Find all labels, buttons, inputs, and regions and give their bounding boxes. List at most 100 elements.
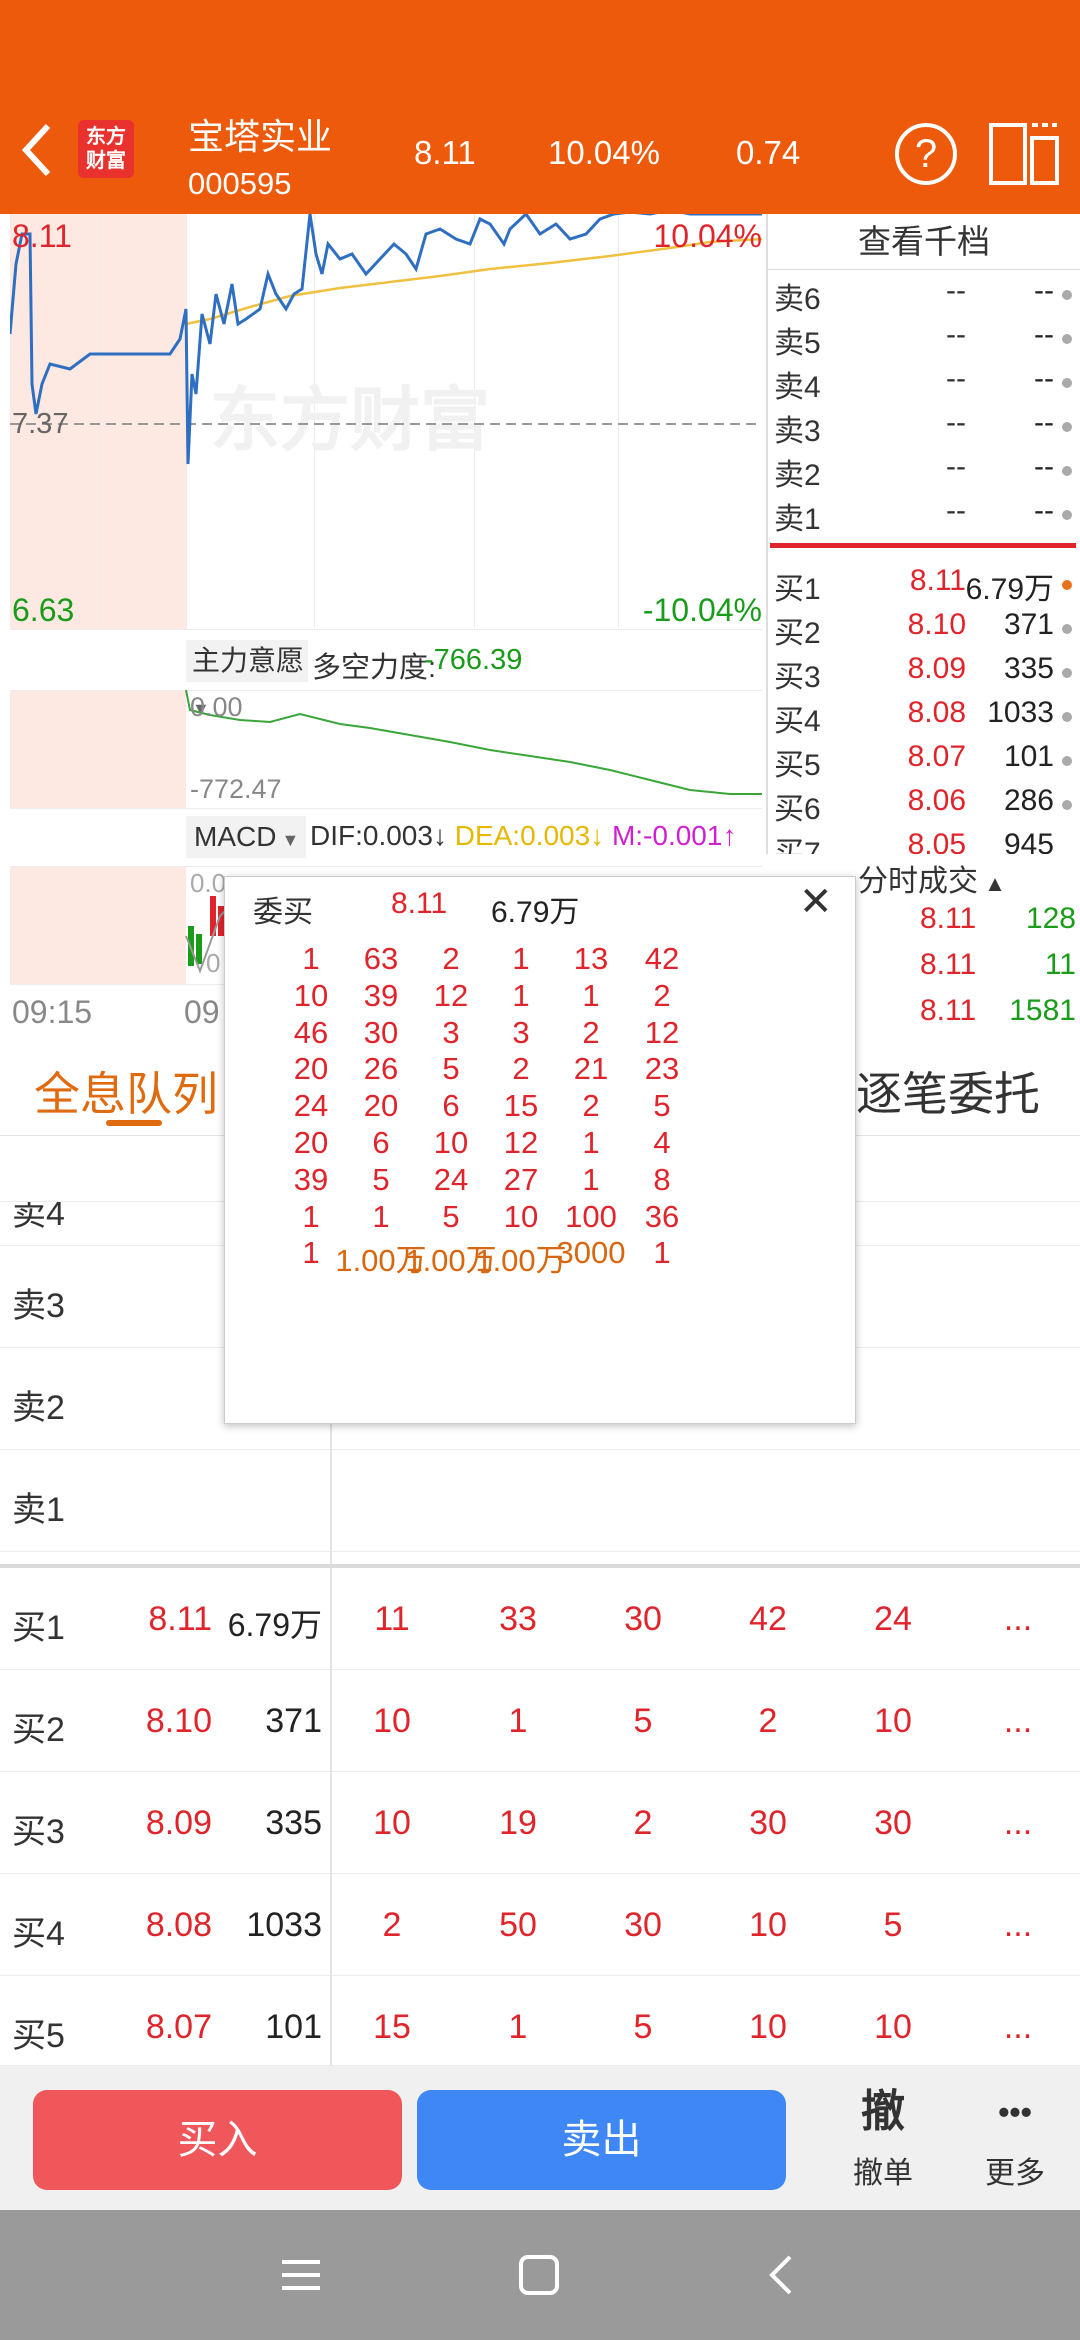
queue-label: 买1 <box>12 1609 65 1647</box>
queue-more[interactable]: ... <box>968 1804 1068 1843</box>
switch-layout-icon[interactable] <box>988 122 1060 186</box>
macd-dif: DIF:0.003 <box>310 820 433 851</box>
home-icon[interactable] <box>518 2254 560 2296</box>
order-queue-popup[interactable]: 委买 8.11 6.79万 ✕ 1 63 2 1 13 42 10 39 12 1 1 2 46 30 3 3… <box>224 876 856 1424</box>
app-logo: 东方 财富 <box>78 120 134 178</box>
sub-chart-high: 0.00 <box>190 692 243 722</box>
ask-label: 卖4 <box>774 371 821 404</box>
ask-price: -- <box>946 450 966 483</box>
main-intent-label: 主力意愿 <box>192 645 305 676</box>
popup-price: 8.11 <box>391 887 448 920</box>
ask-label: 卖5 <box>774 327 821 360</box>
trade-price: 8.11 <box>920 994 977 1027</box>
ask-price: -- <box>946 362 966 395</box>
queue-order: 30 <box>749 1804 787 1842</box>
status-dot <box>1062 422 1072 432</box>
macd-dea: DEA:0.003 <box>454 820 591 851</box>
force-line-chart <box>185 690 762 795</box>
queue-vol: 371 <box>265 1702 322 1740</box>
tab-full-queue[interactable]: 全息队列 <box>34 1058 218 1124</box>
queue-order: 10 <box>373 1702 411 1740</box>
macd-selector[interactable]: MACD ▼ <box>186 816 306 858</box>
status-dot <box>1062 756 1072 766</box>
back-icon[interactable] <box>18 120 58 180</box>
bid-price: 8.08 <box>907 696 966 729</box>
macd-label: MACD <box>194 821 277 852</box>
bid-price: 8.06 <box>907 784 966 817</box>
queue-order: 5 <box>633 2008 653 2046</box>
bid-label: 买4 <box>774 705 821 738</box>
queue-order: 1 <box>508 2008 528 2046</box>
logo-text: 东方 <box>86 126 126 148</box>
tab-order-by-order[interactable]: 逐笔委托 <box>856 1058 1040 1124</box>
grid-line <box>10 808 762 809</box>
stock-name: 宝塔实业 <box>188 116 333 157</box>
cancel-icon: 撤 <box>861 2087 905 2136</box>
table-row[interactable]: 买4 8.08 1033 2 50 30 10 5 ... <box>0 1874 1080 1976</box>
bid-vol: 371 <box>1003 608 1054 641</box>
status-dot <box>1062 800 1072 810</box>
tick-trades-title[interactable]: 分时成交 ▲ <box>858 856 1006 900</box>
queue-price: 8.10 <box>145 1702 212 1740</box>
stock-price: 8.11 <box>414 134 476 171</box>
back-nav-icon[interactable] <box>760 2254 802 2296</box>
table-row[interactable]: 买1 8.11 6.79万 11 33 30 42 24 ... <box>0 1568 1080 1670</box>
bottom-action-bar: 买入 卖出 撤 撤单 ••• 更多 <box>0 2066 1080 2210</box>
table-row[interactable]: 买2 8.10 371 10 1 5 2 10 ... <box>0 1670 1080 1772</box>
queue-label: 卖4 <box>12 1202 65 1233</box>
queue-price: 8.09 <box>145 1804 212 1842</box>
queue-more[interactable]: ... <box>968 1600 1068 1639</box>
sub-chart-low: -772.47 <box>190 774 282 804</box>
trade-price: 8.11 <box>920 948 977 981</box>
ask-label: 卖3 <box>774 415 821 448</box>
macd-m: M:-0.001 <box>611 820 723 851</box>
queue-more[interactable]: ... <box>968 2008 1068 2047</box>
ask-bid-divider <box>0 1564 1080 1568</box>
table-row[interactable]: 买5 8.07 101 15 1 5 10 10 ... <box>0 1976 1080 2066</box>
queue-label: 卖3 <box>12 1287 65 1325</box>
more-button[interactable]: ••• 更多 <box>960 2082 1070 2198</box>
queue-order: 10 <box>373 1804 411 1842</box>
ask-label: 卖2 <box>774 459 821 492</box>
close-icon[interactable]: ✕ <box>799 879 833 925</box>
system-nav-bar <box>0 2210 1080 2340</box>
bid-price: 8.07 <box>907 740 966 773</box>
cancel-order-button[interactable]: 撤 撤单 <box>830 2082 936 2198</box>
queue-order: 42 <box>749 1600 787 1638</box>
stock-change-pct: 10.04% <box>548 134 660 171</box>
bid-row: 买6 8.06 286 <box>768 784 1080 828</box>
buy-button[interactable]: 买入 <box>33 2090 402 2190</box>
ask-vol: -- <box>1034 274 1054 307</box>
bid-row: 买1 8.11 6.79万 <box>768 564 1080 608</box>
popup-order-cell: 42 <box>644 941 680 976</box>
bid-vol: 945 <box>1003 828 1054 854</box>
queue-more[interactable]: ... <box>968 1702 1068 1741</box>
queue-price: 8.08 <box>145 1906 212 1944</box>
queue-more[interactable]: ... <box>968 1906 1068 1945</box>
bid-vol: 6.79万 <box>965 573 1054 606</box>
bid-price: 8.10 <box>907 608 966 641</box>
queue-order: 10 <box>749 2008 787 2046</box>
status-dot <box>1062 624 1072 634</box>
popup-order-cell: 4 <box>653 1125 671 1160</box>
force-label: 多空力度: <box>312 652 437 684</box>
help-icon[interactable]: ? <box>895 123 957 185</box>
queue-label: 卖1 <box>12 1491 65 1529</box>
main-intent-selector[interactable]: 主力意愿 ▼ <box>186 640 308 719</box>
popup-title: 委买 <box>253 896 313 929</box>
menu-icon[interactable] <box>280 2254 322 2296</box>
sell-button[interactable]: 卖出 <box>417 2090 786 2190</box>
queue-label: 买4 <box>12 1915 65 1953</box>
queue-order: 19 <box>499 1804 537 1842</box>
view-depth-button[interactable]: 查看千档 <box>768 214 1080 270</box>
time-label-start: 09:15 <box>12 994 93 1030</box>
queue-order: 10 <box>749 1906 787 1944</box>
table-row[interactable]: 买3 8.09 335 10 19 2 30 30 ... <box>0 1772 1080 1874</box>
status-dot <box>1062 466 1072 476</box>
bid-price: 8.09 <box>907 652 966 685</box>
bid-price: 8.11 <box>909 564 966 597</box>
chart-high-pct-label: 10.04% <box>653 218 762 254</box>
ask-vol: -- <box>1034 450 1054 483</box>
popup-order-cell: 12 <box>644 1014 680 1050</box>
bid-vol: 1033 <box>987 696 1054 729</box>
